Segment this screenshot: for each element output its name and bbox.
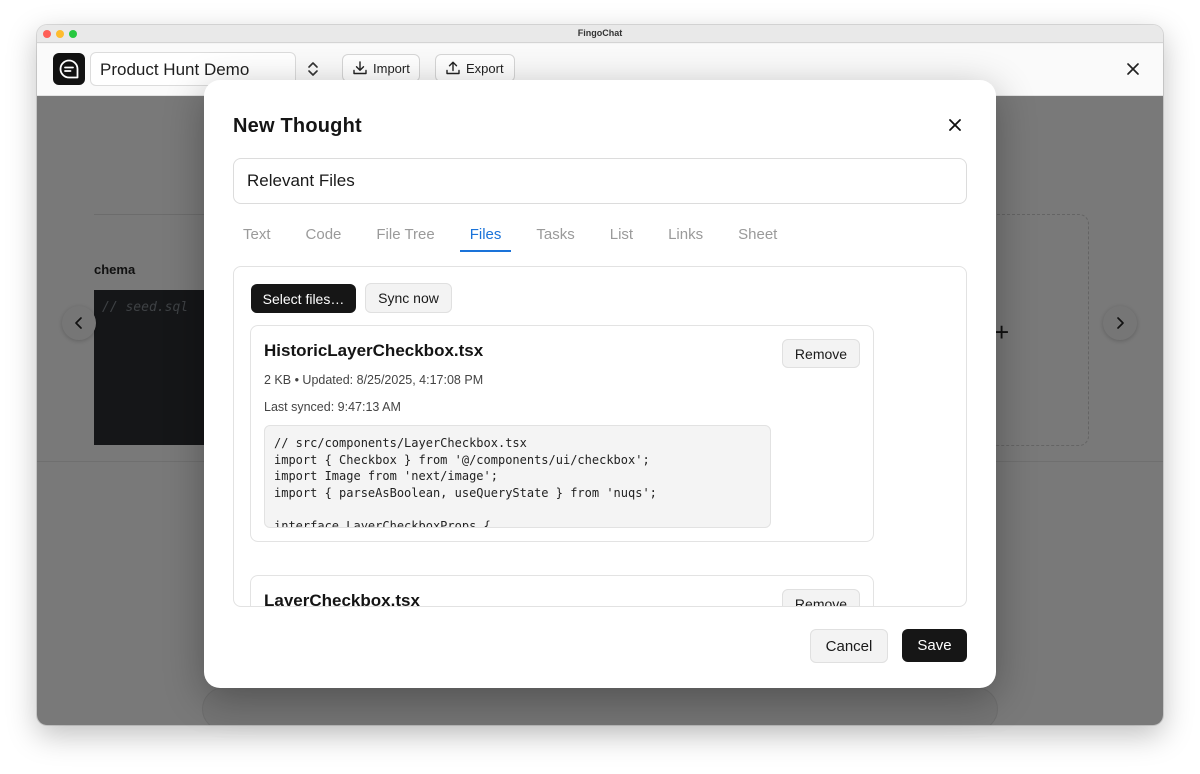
- import-label: Import: [373, 60, 410, 76]
- title-bar: FingoChat: [37, 25, 1163, 43]
- tab-code[interactable]: Code: [296, 222, 352, 252]
- tab-list[interactable]: List: [600, 222, 643, 252]
- file-meta: 2 KB • Updated: 8/25/2025, 4:17:08 PM: [264, 373, 484, 387]
- app-logo: [53, 53, 85, 85]
- code-line: import { Checkbox } from '@/components/u…: [274, 452, 650, 467]
- remove-file-button[interactable]: Remove: [782, 589, 860, 606]
- code-line: import { parseAsBoolean, useQueryState }…: [274, 485, 657, 500]
- export-label: Export: [466, 60, 504, 76]
- file-name: LayerCheckbox.tsx: [264, 591, 420, 607]
- select-files-button[interactable]: Select files…: [251, 284, 356, 313]
- window-title: FingoChat: [577, 28, 623, 38]
- export-button[interactable]: Export: [435, 54, 515, 82]
- import-button[interactable]: Import: [342, 54, 420, 82]
- upload-icon: [446, 61, 460, 75]
- code-line: // src/components/LayerCheckbox.tsx: [274, 436, 527, 450]
- new-thought-dialog: New Thought Text Code File Tree Files Ta…: [204, 80, 996, 688]
- chevron-up-down-icon[interactable]: [305, 59, 321, 79]
- close-icon[interactable]: [945, 115, 965, 135]
- thought-type-tabs: Text Code File Tree Files Tasks List Lin…: [233, 222, 802, 252]
- files-panel[interactable]: Select files… Sync now HistoricLayerChec…: [233, 266, 967, 607]
- cancel-button[interactable]: Cancel: [810, 629, 888, 663]
- file-last-synced: Last synced: 9:47:13 AM: [264, 400, 401, 414]
- chat-bubble-icon: [59, 59, 79, 79]
- code-line: import Image from 'next/image';: [274, 469, 498, 483]
- file-code-preview[interactable]: // src/components/LayerCheckbox.tsx impo…: [264, 425, 771, 528]
- tab-text[interactable]: Text: [233, 222, 281, 252]
- save-button[interactable]: Save: [902, 629, 967, 662]
- tab-files[interactable]: Files: [459, 222, 512, 252]
- sync-now-button[interactable]: Sync now: [365, 283, 452, 313]
- thought-title-input[interactable]: [233, 158, 967, 204]
- close-icon[interactable]: [1123, 59, 1143, 79]
- remove-file-button[interactable]: Remove: [782, 339, 860, 368]
- download-icon: [353, 61, 367, 75]
- dialog-title: New Thought: [233, 115, 362, 137]
- tab-sheet[interactable]: Sheet: [728, 222, 787, 252]
- file-card: HistoricLayerCheckbox.tsx Remove 2 KB • …: [250, 325, 874, 542]
- file-card: LayerCheckbox.tsx Remove: [250, 575, 874, 607]
- tab-links[interactable]: Links: [658, 222, 713, 252]
- tab-file-tree[interactable]: File Tree: [366, 222, 444, 252]
- file-name: HistoricLayerCheckbox.tsx: [264, 341, 484, 360]
- tab-tasks[interactable]: Tasks: [526, 222, 584, 252]
- code-line: interface LayerCheckboxProps {: [274, 518, 491, 528]
